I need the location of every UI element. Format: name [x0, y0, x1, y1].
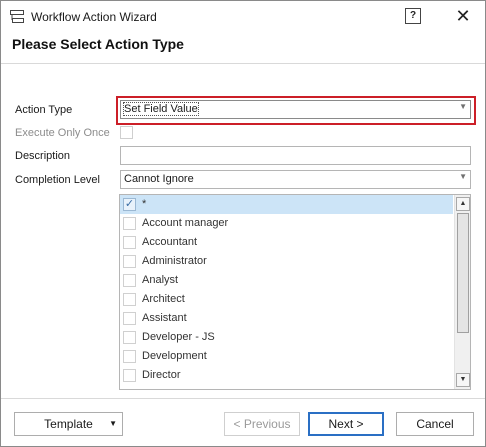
title-bar[interactable]: Workflow Action Wizard ? ✕ [1, 1, 485, 32]
scroll-down-icon[interactable]: ▼ [456, 373, 470, 387]
list-item[interactable]: Development [120, 347, 453, 366]
list-item[interactable]: Account manager [120, 214, 453, 233]
checkbox[interactable] [123, 331, 136, 344]
list-item[interactable]: Administrator [120, 252, 453, 271]
completion-level-label: Completion Level [15, 174, 100, 186]
workflow-icon [10, 10, 24, 23]
action-type-select[interactable]: Set Field Value ▼ [120, 100, 471, 119]
list-item-label: Account manager [142, 217, 229, 229]
list-item-label: Developer - JS [142, 331, 215, 343]
list-scrollbar[interactable]: ▲ ▼ [454, 195, 470, 389]
description-label: Description [15, 150, 71, 162]
list-item[interactable]: Developer - JS [120, 328, 453, 347]
checkbox[interactable] [123, 236, 136, 249]
list-item-label: Assistant [142, 312, 187, 324]
roles-checklist[interactable]: ✓ * Account manager Accountant Administr… [119, 194, 471, 390]
cancel-button[interactable]: Cancel [396, 412, 474, 436]
help-button[interactable]: ? [405, 8, 421, 24]
list-item-label: Administrator [142, 255, 207, 267]
chevron-down-icon: ▼ [459, 172, 467, 181]
checkbox[interactable] [123, 255, 136, 268]
checkbox[interactable] [123, 350, 136, 363]
completion-level-value: Cannot Ignore [124, 173, 194, 185]
action-type-label: Action Type [15, 104, 73, 116]
execute-only-once-checkbox[interactable] [120, 126, 133, 139]
template-button[interactable]: Template ▼ [14, 412, 123, 436]
previous-button[interactable]: < Previous [224, 412, 300, 436]
list-item[interactable]: Accountant [120, 233, 453, 252]
next-button[interactable]: Next > [308, 412, 384, 436]
page-title: Please Select Action Type [12, 36, 184, 52]
template-button-label: Template [44, 417, 93, 431]
list-item[interactable]: Director [120, 366, 453, 385]
list-item-label: Analyst [142, 274, 179, 286]
list-item[interactable]: Architect [120, 290, 453, 309]
close-button[interactable]: ✕ [450, 5, 476, 27]
dropdown-arrow-icon: ▼ [109, 419, 117, 428]
checkbox[interactable] [123, 274, 136, 287]
checkbox[interactable] [123, 293, 136, 306]
scroll-thumb[interactable] [457, 213, 469, 333]
chevron-down-icon: ▼ [459, 102, 467, 111]
list-item-label: Accountant [142, 236, 198, 248]
scroll-up-icon[interactable]: ▲ [456, 197, 470, 211]
checkbox[interactable] [123, 369, 136, 382]
list-item[interactable]: ✓ * [120, 195, 453, 214]
list-item-label: * [142, 198, 147, 210]
workflow-action-wizard-window: Workflow Action Wizard ? ✕ Please Select… [0, 0, 486, 447]
list-item-label: Development [142, 350, 207, 362]
list-item[interactable]: Assistant [120, 309, 453, 328]
checkbox[interactable] [123, 312, 136, 325]
heading-divider [1, 63, 485, 64]
description-field[interactable] [120, 146, 471, 165]
list-item-label: Architect [142, 293, 185, 305]
action-type-value: Set Field Value [123, 102, 199, 116]
checkbox[interactable] [123, 217, 136, 230]
list-item-label: Director [142, 369, 181, 381]
completion-level-select[interactable]: Cannot Ignore ▼ [120, 170, 471, 189]
execute-only-once-label: Execute Only Once [15, 127, 110, 139]
checkbox-checked[interactable]: ✓ [123, 198, 136, 211]
window-title: Workflow Action Wizard [31, 10, 157, 24]
list-item[interactable]: Analyst [120, 271, 453, 290]
footer-divider [1, 398, 485, 399]
